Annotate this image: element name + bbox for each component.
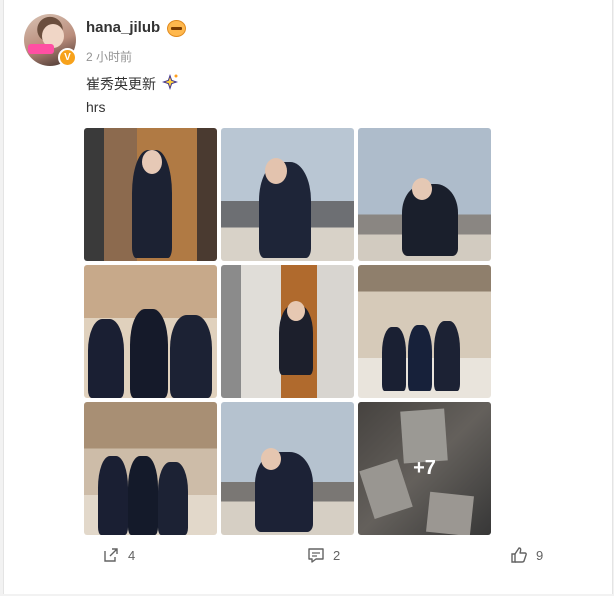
post-text-line-2: hrs — [86, 99, 106, 115]
post-text-line-1: 崔秀英更新 — [86, 76, 156, 92]
comment-count: 2 — [333, 547, 341, 563]
photo-3[interactable] — [358, 128, 491, 261]
action-bar: 4 2 9 — [4, 540, 612, 570]
post-card: V hana_jilub 2 小时前 崔秀英更新 hrs +7 4 2 9 — [3, 0, 613, 594]
photo-5[interactable] — [221, 265, 354, 398]
sparkle-icon — [162, 74, 178, 90]
avatar[interactable]: V — [24, 14, 77, 67]
share-button[interactable]: 4 — [102, 546, 135, 564]
username[interactable]: hana_jilub — [86, 19, 160, 36]
photo-9[interactable]: +7 — [358, 402, 491, 535]
comment-icon — [308, 548, 324, 563]
verified-v-icon: V — [58, 48, 77, 67]
post-timestamp[interactable]: 2 小时前 — [86, 48, 132, 65]
photo-6[interactable] — [358, 265, 491, 398]
comment-button[interactable]: 2 — [307, 546, 340, 564]
photo-8[interactable] — [221, 402, 354, 535]
like-button[interactable]: 9 — [510, 546, 543, 564]
like-count: 9 — [536, 547, 544, 563]
share-count: 4 — [128, 547, 136, 563]
photo-7[interactable] — [84, 402, 217, 535]
photo-2[interactable] — [221, 128, 354, 261]
emoji-badge-icon[interactable] — [167, 20, 186, 37]
photo-1[interactable] — [84, 128, 217, 261]
share-icon — [104, 548, 118, 562]
thumbs-up-icon — [511, 547, 527, 563]
more-photos-count[interactable]: +7 — [358, 402, 491, 535]
photo-grid: +7 — [84, 128, 491, 535]
photo-4[interactable] — [84, 265, 217, 398]
